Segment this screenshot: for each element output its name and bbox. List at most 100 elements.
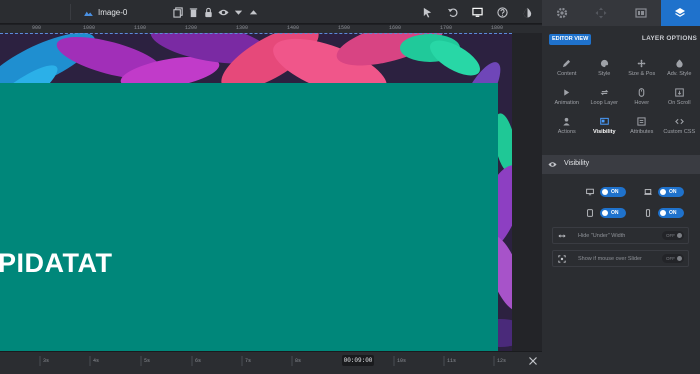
hide-under-width-label: Hide "Under" Width — [578, 233, 626, 239]
option-label: Adv. Style — [667, 71, 692, 77]
tablet-visibility: ON — [566, 208, 626, 218]
toggle-label: OFF — [666, 233, 675, 238]
timeline-label: 6s — [195, 358, 202, 364]
notebook-visibility: ON — [624, 187, 684, 197]
hide-under-width-toggle[interactable]: OFF — [662, 231, 684, 240]
chevron-down-icon[interactable] — [232, 6, 244, 18]
tab-settings[interactable] — [542, 0, 582, 26]
slider-editor: Image-0 900 1000 1100 1200 1300 1400 150… — [0, 0, 700, 374]
arrows-icon — [595, 7, 607, 19]
slides-icon — [635, 8, 647, 18]
desktop-visibility: ON — [566, 187, 626, 197]
option-label: Loop Layer — [590, 100, 619, 106]
lock-icon[interactable] — [202, 6, 214, 18]
visibility-icon — [599, 117, 609, 125]
option-custom-css[interactable]: Custom CSS — [661, 117, 699, 139]
option-label: Visibility — [592, 129, 616, 135]
option-grid: Content Style Size & Pos Adv. Style Anim… — [548, 59, 698, 139]
option-attributes[interactable]: Attributes — [623, 117, 661, 139]
toggle-label: ON — [669, 189, 677, 195]
code-icon — [674, 118, 684, 125]
option-label: Content — [557, 71, 577, 77]
toggle-label: ON — [611, 189, 619, 195]
option-label: Style — [598, 71, 611, 77]
duplicate-icon[interactable] — [172, 6, 184, 18]
option-adv-style[interactable]: Adv. Style — [661, 59, 699, 81]
option-label: Hover — [634, 100, 650, 106]
editor-canvas[interactable]: PIDATAT — [0, 33, 542, 351]
timeline-label: 7s — [245, 358, 252, 364]
layer-name: Image-0 — [98, 7, 128, 17]
undo-icon[interactable] — [446, 6, 458, 18]
option-label: Actions — [557, 129, 576, 135]
ruler-label: 1700 — [440, 25, 453, 31]
contrast-toggle-icon[interactable] — [521, 6, 533, 18]
option-hover[interactable]: Hover — [623, 88, 661, 110]
mobile-visibility-toggle[interactable]: ON — [658, 208, 684, 218]
move-icon — [637, 59, 646, 68]
chevron-up-icon[interactable] — [247, 6, 259, 18]
panel-subheader: EDITOR VIEW LAYER OPTIONS — [542, 26, 700, 50]
panel-tab-bar — [542, 0, 700, 26]
desktop-visibility-toggle[interactable]: ON — [600, 187, 626, 197]
option-label: On Scroll — [667, 100, 691, 106]
contrast-icon — [676, 59, 683, 68]
mouse-icon — [638, 88, 645, 97]
tab-slides[interactable] — [621, 0, 661, 26]
ruler-label: 900 — [32, 25, 42, 31]
help-icon[interactable] — [496, 6, 508, 18]
toolbar-divider — [70, 4, 71, 20]
layers-icon — [675, 8, 686, 17]
option-label: Attributes — [630, 129, 654, 135]
option-style[interactable]: Style — [586, 59, 624, 81]
headline-text-layer[interactable]: PIDATAT — [0, 248, 112, 279]
trash-icon[interactable] — [187, 6, 199, 18]
ruler-label: 1200 — [185, 25, 198, 31]
cursor-icon[interactable] — [421, 6, 433, 18]
hide-under-width-row[interactable]: Hide "Under" Width OFF — [552, 227, 689, 244]
horizontal-ruler: 900 1000 1100 1200 1300 1400 1500 1600 1… — [0, 25, 542, 33]
show-if-mouse-toggle[interactable]: OFF — [662, 254, 684, 263]
option-on-scroll[interactable]: On Scroll — [661, 88, 699, 110]
option-animation[interactable]: Animation — [548, 88, 586, 110]
tablet-visibility-toggle[interactable]: ON — [600, 208, 626, 218]
option-visibility[interactable]: Visibility — [586, 117, 624, 139]
notebook-visibility-toggle[interactable]: ON — [658, 187, 684, 197]
timeline[interactable]: 3s 4s 5s 6s 7s 8s 10s 11s 12s 00:09:00 — [0, 351, 542, 374]
show-if-mouse-row[interactable]: Show if mouse over Slider OFF — [552, 250, 689, 267]
mobile-icon — [645, 209, 651, 217]
desktop-view-icon[interactable] — [471, 6, 483, 18]
timeline-label: 10s — [397, 358, 407, 364]
mobile-visibility: ON — [624, 208, 684, 218]
slide-background[interactable]: PIDATAT — [0, 33, 512, 351]
timeline-label: 11s — [447, 358, 457, 364]
attributes-icon — [637, 117, 646, 126]
actions-icon — [563, 117, 570, 126]
eye-icon[interactable] — [217, 6, 229, 18]
toggle-label: OFF — [666, 256, 675, 261]
pen-icon — [563, 59, 571, 68]
selected-shape-layer[interactable] — [0, 83, 498, 351]
timeline-timecode[interactable]: 00:09:00 — [342, 355, 374, 366]
slide-boundary-guide — [0, 33, 512, 34]
ruler-label: 1600 — [389, 25, 402, 31]
layer-selector[interactable]: Image-0 — [84, 5, 127, 19]
visibility-section-header[interactable]: Visibility — [542, 155, 700, 174]
tab-layers[interactable] — [660, 0, 700, 26]
timeline-label: 3s — [43, 358, 50, 364]
option-content[interactable]: Content — [548, 59, 586, 81]
tab-navigation[interactable] — [582, 0, 622, 26]
editor-view-button[interactable]: EDITOR VIEW — [549, 34, 592, 45]
option-loop-layer[interactable]: Loop Layer — [586, 88, 624, 110]
loop-icon — [600, 89, 609, 96]
close-icon[interactable] — [528, 356, 538, 366]
timeline-label: 12s — [497, 358, 507, 364]
timeline-label: 8s — [295, 358, 302, 364]
option-size-pos[interactable]: Size & Pos — [623, 59, 661, 81]
tablet-icon — [587, 209, 593, 217]
option-actions[interactable]: Actions — [548, 117, 586, 139]
ruler-label: 1800 — [491, 25, 504, 31]
eye-icon — [548, 162, 557, 167]
scroll-icon — [674, 88, 684, 97]
option-label: Animation — [554, 100, 579, 106]
